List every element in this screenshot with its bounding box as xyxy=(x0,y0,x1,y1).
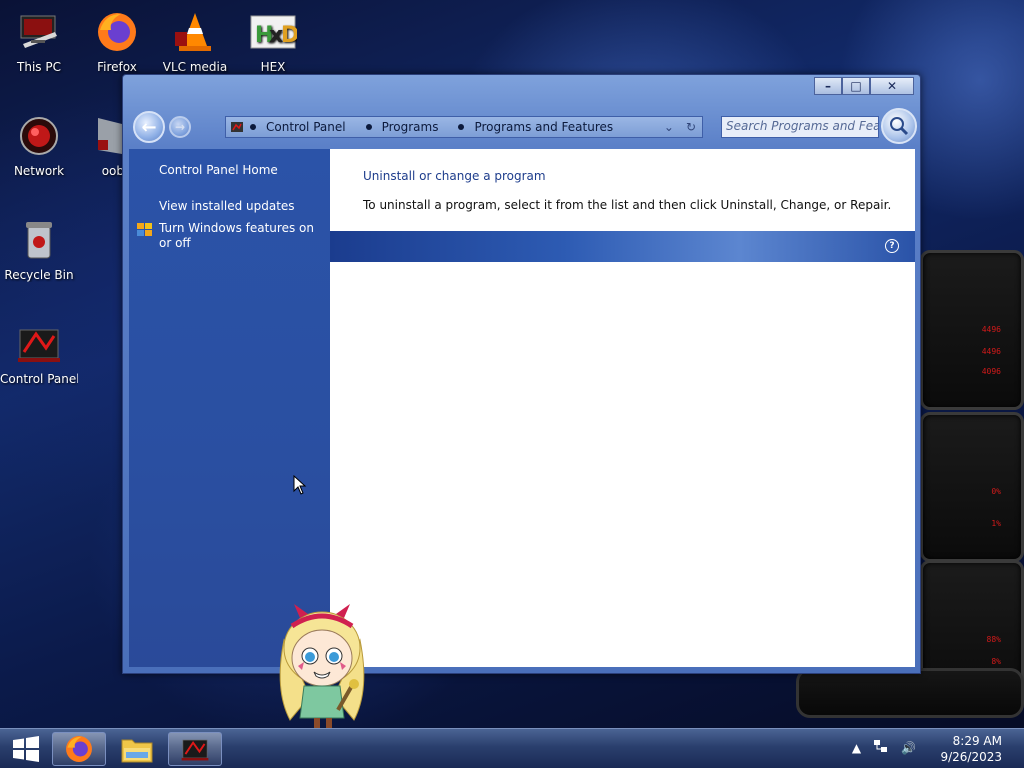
firefox-icon xyxy=(93,8,141,56)
desktop-icon-label: Control Panel xyxy=(0,372,78,386)
control-panel-icon xyxy=(181,739,209,761)
hud-base xyxy=(796,668,1024,718)
system-clock[interactable]: 8:29 AM 9/26/2023 xyxy=(940,733,1002,765)
desktop-icon-this-pc[interactable]: This PC xyxy=(0,8,78,74)
network-status-icon[interactable] xyxy=(873,739,889,756)
mouse-cursor-icon xyxy=(293,474,307,499)
refresh-icon[interactable]: ↻ xyxy=(686,120,696,134)
tasks-pane: Control Panel Home View installed update… xyxy=(129,149,330,667)
system-tray: ▲ 🔊 xyxy=(852,739,916,756)
search-icon[interactable] xyxy=(881,108,917,144)
breadcrumb-separator-icon xyxy=(458,124,465,130)
clock-date: 9/26/2023 xyxy=(940,750,1002,764)
minimize-button[interactable]: – xyxy=(814,77,842,95)
desktop-icon-oob[interactable]: oob xyxy=(76,112,124,178)
taskbar-firefox-button[interactable] xyxy=(52,732,106,766)
hud-value: 0% xyxy=(991,487,1001,496)
character-mascot-image xyxy=(270,600,374,730)
breadcrumb-programs[interactable]: Programs xyxy=(360,120,439,134)
app-icon xyxy=(76,112,124,160)
command-bar: ? xyxy=(330,231,915,262)
breadcrumb-control-panel[interactable]: Control Panel xyxy=(244,120,346,134)
desktop-icon-vlc[interactable]: VLC media xyxy=(156,8,234,74)
hud-panel-2: 0% 1% xyxy=(920,412,1024,562)
view-installed-updates-link[interactable]: View installed updates xyxy=(129,199,330,213)
desktop-icon-label: oob xyxy=(101,164,124,178)
programs-and-features-window: – □ ✕ ← → Control Panel Programs Program… xyxy=(122,74,921,674)
desktop-icon-recycle-bin[interactable]: Recycle Bin xyxy=(0,216,78,282)
breadcrumb-separator-icon xyxy=(365,124,372,130)
svg-text:D: D xyxy=(281,23,297,48)
taskbar-control-panel-button[interactable] xyxy=(168,732,222,766)
breadcrumb-label: Programs xyxy=(381,120,439,134)
firefox-icon xyxy=(66,736,92,762)
windows-features-label: Turn Windows features on or off xyxy=(159,221,314,250)
windows-logo-icon xyxy=(13,736,39,762)
control-panel-home-link[interactable]: Control Panel Home xyxy=(129,163,330,177)
control-panel-small-icon xyxy=(230,120,244,134)
breadcrumb-label: Control Panel xyxy=(266,120,346,134)
hud-panel-1: 4496 4496 4096 xyxy=(920,250,1024,410)
clock-time: 8:29 AM xyxy=(952,734,1002,748)
desktop-icon-label: VLC media xyxy=(162,60,228,74)
start-button[interactable] xyxy=(6,733,46,765)
content-area: Control Panel Home View installed update… xyxy=(129,149,915,667)
folder-icon xyxy=(121,739,153,763)
desktop-icon-network[interactable]: Network xyxy=(0,112,78,178)
taskbar-file-explorer-button[interactable] xyxy=(110,732,164,766)
programs-main-pane: Uninstall or change a program To uninsta… xyxy=(330,149,915,667)
chevron-down-icon[interactable]: ⌄ xyxy=(664,120,674,134)
hud-value: 8% xyxy=(991,657,1001,666)
search-input[interactable]: Search Programs and Features xyxy=(721,116,879,138)
desktop-icon-label: Firefox xyxy=(97,60,137,74)
address-bar[interactable]: Control Panel Programs Programs and Feat… xyxy=(225,116,703,138)
hud-value: 1% xyxy=(991,519,1001,528)
breadcrumb-programs-and-features[interactable]: Programs and Features xyxy=(452,120,613,134)
hud-value: 4496 xyxy=(981,347,1001,356)
show-hidden-icons-chevron-icon[interactable]: ▲ xyxy=(852,741,861,755)
recycle-bin-icon xyxy=(15,216,63,264)
desktop-icon-label: HEX xyxy=(260,60,286,74)
desktop-icon-label: Network xyxy=(13,164,65,178)
help-icon[interactable]: ? xyxy=(885,239,899,253)
desktop-icon-firefox[interactable]: Firefox xyxy=(78,8,156,74)
hud-value: 4496 xyxy=(981,325,1001,334)
back-button[interactable]: ← xyxy=(133,111,165,143)
page-title: Uninstall or change a program xyxy=(363,169,546,183)
forward-button[interactable]: → xyxy=(169,116,191,138)
vlc-cone-icon xyxy=(171,8,219,56)
breadcrumb-label: Programs and Features xyxy=(474,120,614,134)
volume-icon[interactable]: 🔊 xyxy=(901,741,916,755)
hud-value: 4096 xyxy=(981,367,1001,376)
windows-shield-icon xyxy=(137,223,153,237)
desktop-icon-hex[interactable]: HxD HEX xyxy=(234,8,312,74)
close-button[interactable]: ✕ xyxy=(870,77,914,95)
desktop-icon-label: This PC xyxy=(17,60,61,74)
windows-features-link[interactable]: Turn Windows features on or off xyxy=(129,221,330,251)
hxd-icon: HxD xyxy=(249,8,297,56)
monitor-icon xyxy=(15,8,63,56)
maximize-button[interactable]: □ xyxy=(842,77,870,95)
control-panel-icon xyxy=(15,320,63,368)
taskbar: ▲ 🔊 8:29 AM 9/26/2023 xyxy=(0,728,1024,768)
navigation-bar: ← → Control Panel Programs Programs and … xyxy=(133,108,917,145)
desktop-icon-control-panel[interactable]: Control Panel xyxy=(0,320,78,386)
desktop-icon-label: Recycle Bin xyxy=(4,268,74,282)
network-globe-icon xyxy=(15,112,63,160)
breadcrumb-separator-icon xyxy=(250,124,256,130)
hud-value: 88% xyxy=(986,635,1001,644)
page-description: To uninstall a program, select it from t… xyxy=(363,198,892,212)
title-buttons: – □ ✕ xyxy=(814,77,914,95)
